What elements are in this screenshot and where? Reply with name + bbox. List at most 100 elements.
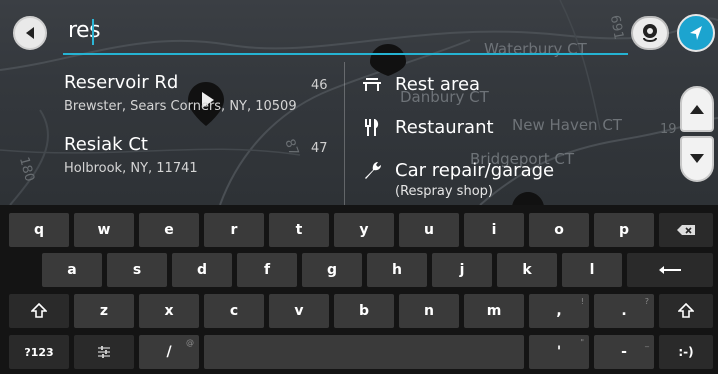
key-x[interactable]: x [139, 294, 199, 328]
key-o[interactable]: o [529, 213, 589, 247]
chevron-up-icon [690, 105, 704, 114]
key-hint: @ [186, 338, 194, 347]
key-label: z [99, 303, 109, 319]
key-label: b [358, 303, 370, 319]
key-l[interactable]: l [562, 253, 622, 287]
key-label: , [556, 303, 562, 319]
map-label-waterbury: Waterbury CT [484, 40, 587, 58]
key-label: v [294, 303, 304, 319]
category-label: Rest area [395, 73, 481, 95]
result-title: Resiak Ct [64, 134, 148, 155]
result-address: Brewster, Sears Corners, NY, 10509 [64, 99, 297, 114]
navigation-button[interactable] [677, 14, 715, 52]
shift-icon [678, 303, 694, 318]
key-slash[interactable]: / @ [139, 335, 199, 369]
key-label: :-) [678, 345, 694, 359]
category-item-car-repair[interactable]: Car repair/garage [355, 158, 554, 182]
key-label: u [424, 222, 434, 238]
key-period[interactable]: . ? [594, 294, 654, 328]
key-label: ' [556, 344, 562, 360]
key-label: d [196, 262, 208, 278]
key-label: x [164, 303, 174, 319]
text-caret [92, 19, 94, 45]
key-f[interactable]: f [237, 253, 297, 287]
category-label: Restaurant [395, 116, 494, 138]
key-label: o [554, 222, 564, 238]
rest-area-icon [355, 72, 389, 96]
key-j[interactable]: j [432, 253, 492, 287]
key-label: e [164, 222, 174, 238]
key-comma[interactable]: , ! [529, 294, 589, 328]
smiley-key[interactable]: :-) [659, 335, 713, 369]
key-h[interactable]: h [367, 253, 427, 287]
result-distance: 47 [311, 141, 328, 156]
enter-key[interactable] [627, 253, 713, 287]
key-y[interactable]: y [334, 213, 394, 247]
key-label: a [67, 262, 77, 278]
key-label: . [621, 303, 627, 319]
list-divider [344, 62, 345, 205]
key-c[interactable]: c [204, 294, 264, 328]
key-d[interactable]: d [172, 253, 232, 287]
key-v[interactable]: v [269, 294, 329, 328]
key-e[interactable]: e [139, 213, 199, 247]
key-hint: ? [644, 297, 649, 306]
key-q[interactable]: q [9, 213, 69, 247]
scroll-up-button[interactable] [680, 86, 714, 132]
shift-key-right[interactable] [659, 294, 713, 328]
symbols-key[interactable]: ?123 [9, 335, 69, 369]
category-item-rest-area[interactable]: Rest area [355, 72, 480, 96]
enter-arrow-icon [659, 266, 681, 274]
key-t[interactable]: t [269, 213, 329, 247]
key-label: / [166, 344, 172, 360]
key-a[interactable]: a [42, 253, 102, 287]
on-screen-keyboard: q w e r t y u i o p a s d f g h j k l z … [0, 205, 718, 374]
map-label-new-haven: New Haven CT [512, 116, 622, 134]
location-pin-button[interactable] [631, 16, 669, 50]
map-route-19: 19 [660, 122, 677, 137]
key-label: n [424, 303, 434, 319]
key-dash[interactable]: - _ [594, 335, 654, 369]
key-s[interactable]: s [107, 253, 167, 287]
space-key[interactable] [204, 335, 524, 369]
category-item-restaurant[interactable]: Restaurant [355, 115, 494, 139]
key-label: k [522, 262, 532, 278]
key-label: i [491, 222, 497, 238]
key-i[interactable]: i [464, 213, 524, 247]
key-label: h [392, 262, 402, 278]
key-r[interactable]: r [204, 213, 264, 247]
map-background: Waterbury CT Danbury CT New Haven CT Bri… [0, 0, 718, 205]
key-z[interactable]: z [74, 294, 134, 328]
key-g[interactable]: g [302, 253, 362, 287]
location-pin-icon [643, 24, 657, 42]
key-m[interactable]: m [464, 294, 524, 328]
key-label: s [132, 262, 142, 278]
key-hint: " [580, 338, 584, 347]
key-label: c [229, 303, 239, 319]
key-u[interactable]: u [399, 213, 459, 247]
result-distance: 46 [311, 78, 328, 93]
list-item[interactable]: Reservoir Rd Brewster, Sears Corners, NY… [64, 72, 297, 114]
key-n[interactable]: n [399, 294, 459, 328]
scroll-down-button[interactable] [680, 136, 714, 182]
wrench-icon [355, 158, 389, 182]
key-apostrophe[interactable]: ' " [529, 335, 589, 369]
back-button[interactable] [13, 16, 47, 50]
key-b[interactable]: b [334, 294, 394, 328]
search-input[interactable]: res [68, 18, 101, 43]
shift-key-left[interactable] [9, 294, 69, 328]
key-label: y [359, 222, 369, 238]
key-label: q [33, 222, 45, 238]
key-label: j [459, 262, 465, 278]
key-p[interactable]: p [594, 213, 654, 247]
result-title: Reservoir Rd [64, 72, 179, 93]
result-address: Holbrook, NY, 11741 [64, 161, 198, 176]
list-item[interactable]: Resiak Ct Holbrook, NY, 11741 [64, 134, 198, 176]
backspace-icon [677, 225, 695, 235]
keyboard-settings-key[interactable] [74, 335, 134, 369]
key-k[interactable]: k [497, 253, 557, 287]
key-w[interactable]: w [74, 213, 134, 247]
backspace-key[interactable] [659, 213, 713, 247]
arrow-left-icon [26, 27, 34, 39]
key-label: g [326, 262, 338, 278]
